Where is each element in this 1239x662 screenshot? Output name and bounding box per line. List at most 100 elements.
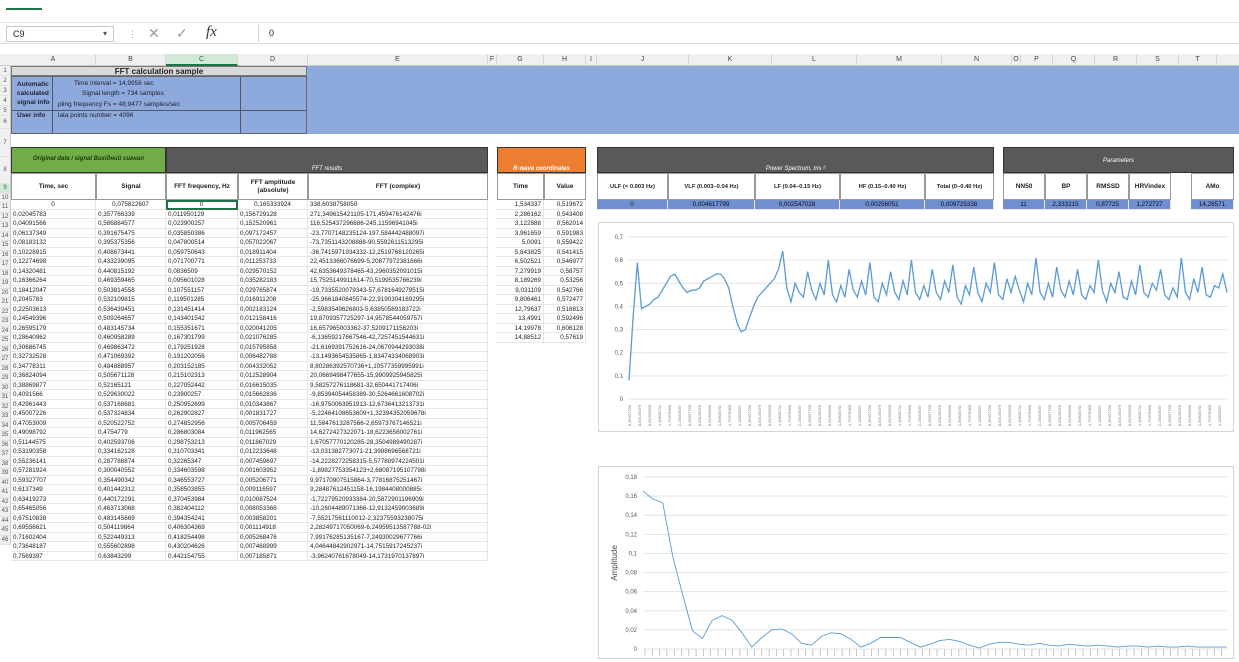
table-cell-signal[interactable]: 0,509264657 <box>96 314 166 324</box>
table-cell-fft-complex[interactable]: 19,8709357725297-14,9578544059757i <box>308 314 488 324</box>
table-cell-fft-amplitude[interactable]: 0,003858201 <box>238 514 308 524</box>
rwave-value[interactable]: 0,516813 <box>544 305 586 315</box>
table-cell-signal[interactable]: 0,402593706 <box>96 438 166 448</box>
table-cell-fft-complex[interactable]: -9,85394054458389-30,5264661608702i <box>308 390 488 400</box>
row-header-22[interactable]: 22 <box>0 308 10 318</box>
table-cell-fft-frequency[interactable]: 0,023900257 <box>166 219 238 229</box>
table-cell-fft-complex[interactable]: -19,7335520079343-57,6781649279515i <box>308 286 488 296</box>
table-cell-fft-complex[interactable]: -6,13659217667546-42,7257451544631i <box>308 333 488 343</box>
table-cell-signal[interactable]: 0,075822607 <box>96 200 166 210</box>
table-cell-time[interactable]: 0,08183132 <box>11 238 96 248</box>
column-header-h[interactable]: H <box>544 54 586 66</box>
table-cell-fft-amplitude[interactable]: 0,002183124 <box>238 305 308 315</box>
table-cell-fft-complex[interactable]: 9,97170907515864-3,77816875251467i <box>308 476 488 486</box>
table-cell-signal[interactable]: 0,440815192 <box>96 267 166 277</box>
table-cell-fft-complex[interactable]: -14,2228272258315-5,57780974224501i <box>308 457 488 467</box>
table-cell-time[interactable]: 0,59327707 <box>11 476 96 486</box>
row-header-13[interactable]: 13 <box>0 222 10 232</box>
rwave-value[interactable]: 0,542766 <box>544 286 586 296</box>
rwave-time[interactable]: 5,843825 <box>497 248 544 258</box>
table-cell-time[interactable]: 0,10228915 <box>11 248 96 258</box>
column-header-k[interactable]: K <box>689 54 772 66</box>
rwave-time[interactable]: 9,031109 <box>497 286 544 296</box>
row-header-35[interactable]: 35 <box>0 431 10 441</box>
table-cell-time[interactable]: 0,14320481 <box>11 267 96 277</box>
table-cell-fft-complex[interactable]: -36,7415971934332-12,2519766120265i <box>308 248 488 258</box>
table-cell-time[interactable]: 0,32732528 <box>11 352 96 362</box>
row-header-41[interactable]: 41 <box>0 488 10 498</box>
table-cell-fft-complex[interactable]: -1,72279520933384-20,5872901196909i <box>308 495 488 505</box>
table-cell-fft-amplitude[interactable]: 0,010087524 <box>238 495 308 505</box>
table-cell-signal[interactable]: 0,504119864 <box>96 523 166 533</box>
rwave-value[interactable]: 0,541415 <box>544 248 586 258</box>
table-cell-fft-complex[interactable]: 20,0669498477655-15,9909925945825i <box>308 371 488 381</box>
table-cell-time[interactable]: 0,34778311 <box>11 362 96 372</box>
column-header-c[interactable]: C <box>166 54 238 66</box>
insert-function-icon[interactable]: fx <box>206 24 217 41</box>
table-cell-fft-frequency[interactable]: 0,059750643 <box>166 248 238 258</box>
table-cell-time[interactable]: 0,7569397 <box>11 552 96 562</box>
table-cell-fft-frequency[interactable]: 0,179251928 <box>166 343 238 353</box>
row-header-46[interactable]: 46 <box>0 536 10 546</box>
table-cell-time[interactable]: 0,47053009 <box>11 419 96 429</box>
table-cell-fft-frequency[interactable]: 0,382404112 <box>166 504 238 514</box>
rwave-value[interactable]: 0,546977 <box>544 257 586 267</box>
table-cell-signal[interactable]: 0,484888957 <box>96 362 166 372</box>
table-cell-signal[interactable]: 0,401442312 <box>96 485 166 495</box>
table-cell-fft-frequency[interactable]: 0,358503855 <box>166 485 238 495</box>
enter-icon[interactable]: ✓ <box>176 25 188 41</box>
table-cell-fft-frequency[interactable]: 0,286803084 <box>166 428 238 438</box>
table-cell-fft-amplitude[interactable]: 0,008053366 <box>238 504 308 514</box>
table-cell-fft-frequency[interactable]: 0,250952699 <box>166 400 238 410</box>
table-cell-fft-frequency[interactable]: 0,047800514 <box>166 238 238 248</box>
rwave-time[interactable]: 1,534337 <box>497 200 544 210</box>
table-cell-time[interactable]: 0,2045783 <box>11 295 96 305</box>
table-cell-fft-frequency[interactable]: 0,406304369 <box>166 523 238 533</box>
column-header-g[interactable]: G <box>497 54 544 66</box>
table-cell-fft-amplitude[interactable]: 0,015662836 <box>238 390 308 400</box>
table-cell-fft-amplitude[interactable]: 0,165333924 <box>238 200 308 210</box>
table-cell-time[interactable]: 0,04091566 <box>11 219 96 229</box>
name-box[interactable]: C9▾ <box>6 26 114 42</box>
table-cell-time[interactable]: 0,55236141 <box>11 457 96 467</box>
table-cell-fft-complex[interactable]: 9,28487612451158-16,1984408000885i <box>308 485 488 495</box>
table-cell-fft-amplitude[interactable]: 0,012528904 <box>238 371 308 381</box>
table-cell-fft-amplitude[interactable]: 0,010343867 <box>238 400 308 410</box>
table-cell-fft-frequency[interactable]: 0,442154755 <box>166 552 238 562</box>
row-header-24[interactable]: 24 <box>0 327 10 337</box>
row-header-20[interactable]: 20 <box>0 289 10 299</box>
table-cell-fft-complex[interactable]: -2,5983549626803-5,63850589183722i <box>308 305 488 315</box>
table-cell-time[interactable]: 0,65465056 <box>11 504 96 514</box>
table-cell-signal[interactable]: 0,536439451 <box>96 305 166 315</box>
table-cell-fft-complex[interactable]: -10,2604489071366-12,9132459003689i <box>308 504 488 514</box>
rwave-time[interactable]: 14,19978 <box>497 324 544 334</box>
table-cell-fft-complex[interactable]: 2,28249717050069-6,24959513587788-02i <box>308 523 488 533</box>
table-cell-fft-amplitude[interactable]: 0,012233648 <box>238 447 308 457</box>
table-cell-fft-complex[interactable]: 11,5847613287566-2,65973767146521i <box>308 419 488 429</box>
row-header-25[interactable]: 25 <box>0 336 10 346</box>
column-header-l[interactable]: L <box>772 54 857 66</box>
table-cell-fft-amplitude[interactable]: 0,097172457 <box>238 229 308 239</box>
rwave-time[interactable]: 7,279919 <box>497 267 544 277</box>
row-header-21[interactable]: 21 <box>0 298 10 308</box>
table-cell-time[interactable]: 0,22503613 <box>11 305 96 315</box>
table-cell-fft-complex[interactable]: -1,89827753354123+2,68087195107798i <box>308 466 488 476</box>
table-cell-fft-amplitude[interactable]: 0,001114918 <box>238 523 308 533</box>
table-cell-fft-amplitude[interactable]: 0,005706459 <box>238 419 308 429</box>
row-header-43[interactable]: 43 <box>0 507 10 517</box>
table-cell-fft-complex[interactable]: 16,657965003362-37,5209171156203i <box>308 324 488 334</box>
table-cell-time[interactable]: 0,18412047 <box>11 286 96 296</box>
table-cell-fft-frequency[interactable]: 0,071700771 <box>166 257 238 267</box>
rwave-value[interactable]: 0,559422 <box>544 238 586 248</box>
rwave-time[interactable]: 3,961659 <box>497 229 544 239</box>
row-header-14[interactable]: 14 <box>0 232 10 242</box>
formula-input[interactable]: 0 <box>258 25 1239 42</box>
column-header-m[interactable]: M <box>857 54 942 66</box>
table-cell-signal[interactable]: 0,287788874 <box>96 457 166 467</box>
table-cell-fft-amplitude[interactable]: 0,011867029 <box>238 438 308 448</box>
row-header-29[interactable]: 29 <box>0 374 10 384</box>
row-header-30[interactable]: 30 <box>0 384 10 394</box>
table-cell-signal[interactable]: 0,532109815 <box>96 295 166 305</box>
table-cell-signal[interactable]: 0,460958289 <box>96 333 166 343</box>
table-cell-time[interactable]: 0,63419273 <box>11 495 96 505</box>
